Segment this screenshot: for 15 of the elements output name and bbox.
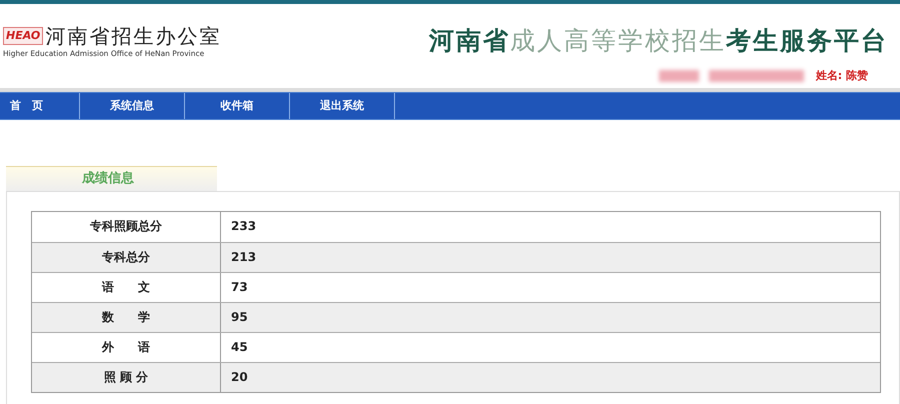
- org-name: 河南省招生办公室: [45, 24, 222, 48]
- score-value: 20: [230, 369, 248, 386]
- score-value: 233: [230, 218, 256, 235]
- nav-link[interactable]: 退出系统: [290, 93, 395, 119]
- nav-link[interactable]: 系统信息: [80, 93, 185, 119]
- score-value: 73: [230, 279, 248, 296]
- nav-link[interactable]: 收件箱: [185, 93, 290, 119]
- score-value: 213: [230, 249, 256, 266]
- platform-title: 河南省成人高等学校招生考生服务平台: [429, 26, 888, 56]
- nav-link[interactable]: 首 页: [0, 93, 80, 119]
- user-name: 姓名: 陈赞: [816, 68, 868, 84]
- row-label: 照 顾 分: [32, 363, 221, 392]
- score-value: 95: [230, 309, 248, 326]
- logo-mark: HEAO: [3, 27, 44, 45]
- score-value: 45: [230, 339, 248, 356]
